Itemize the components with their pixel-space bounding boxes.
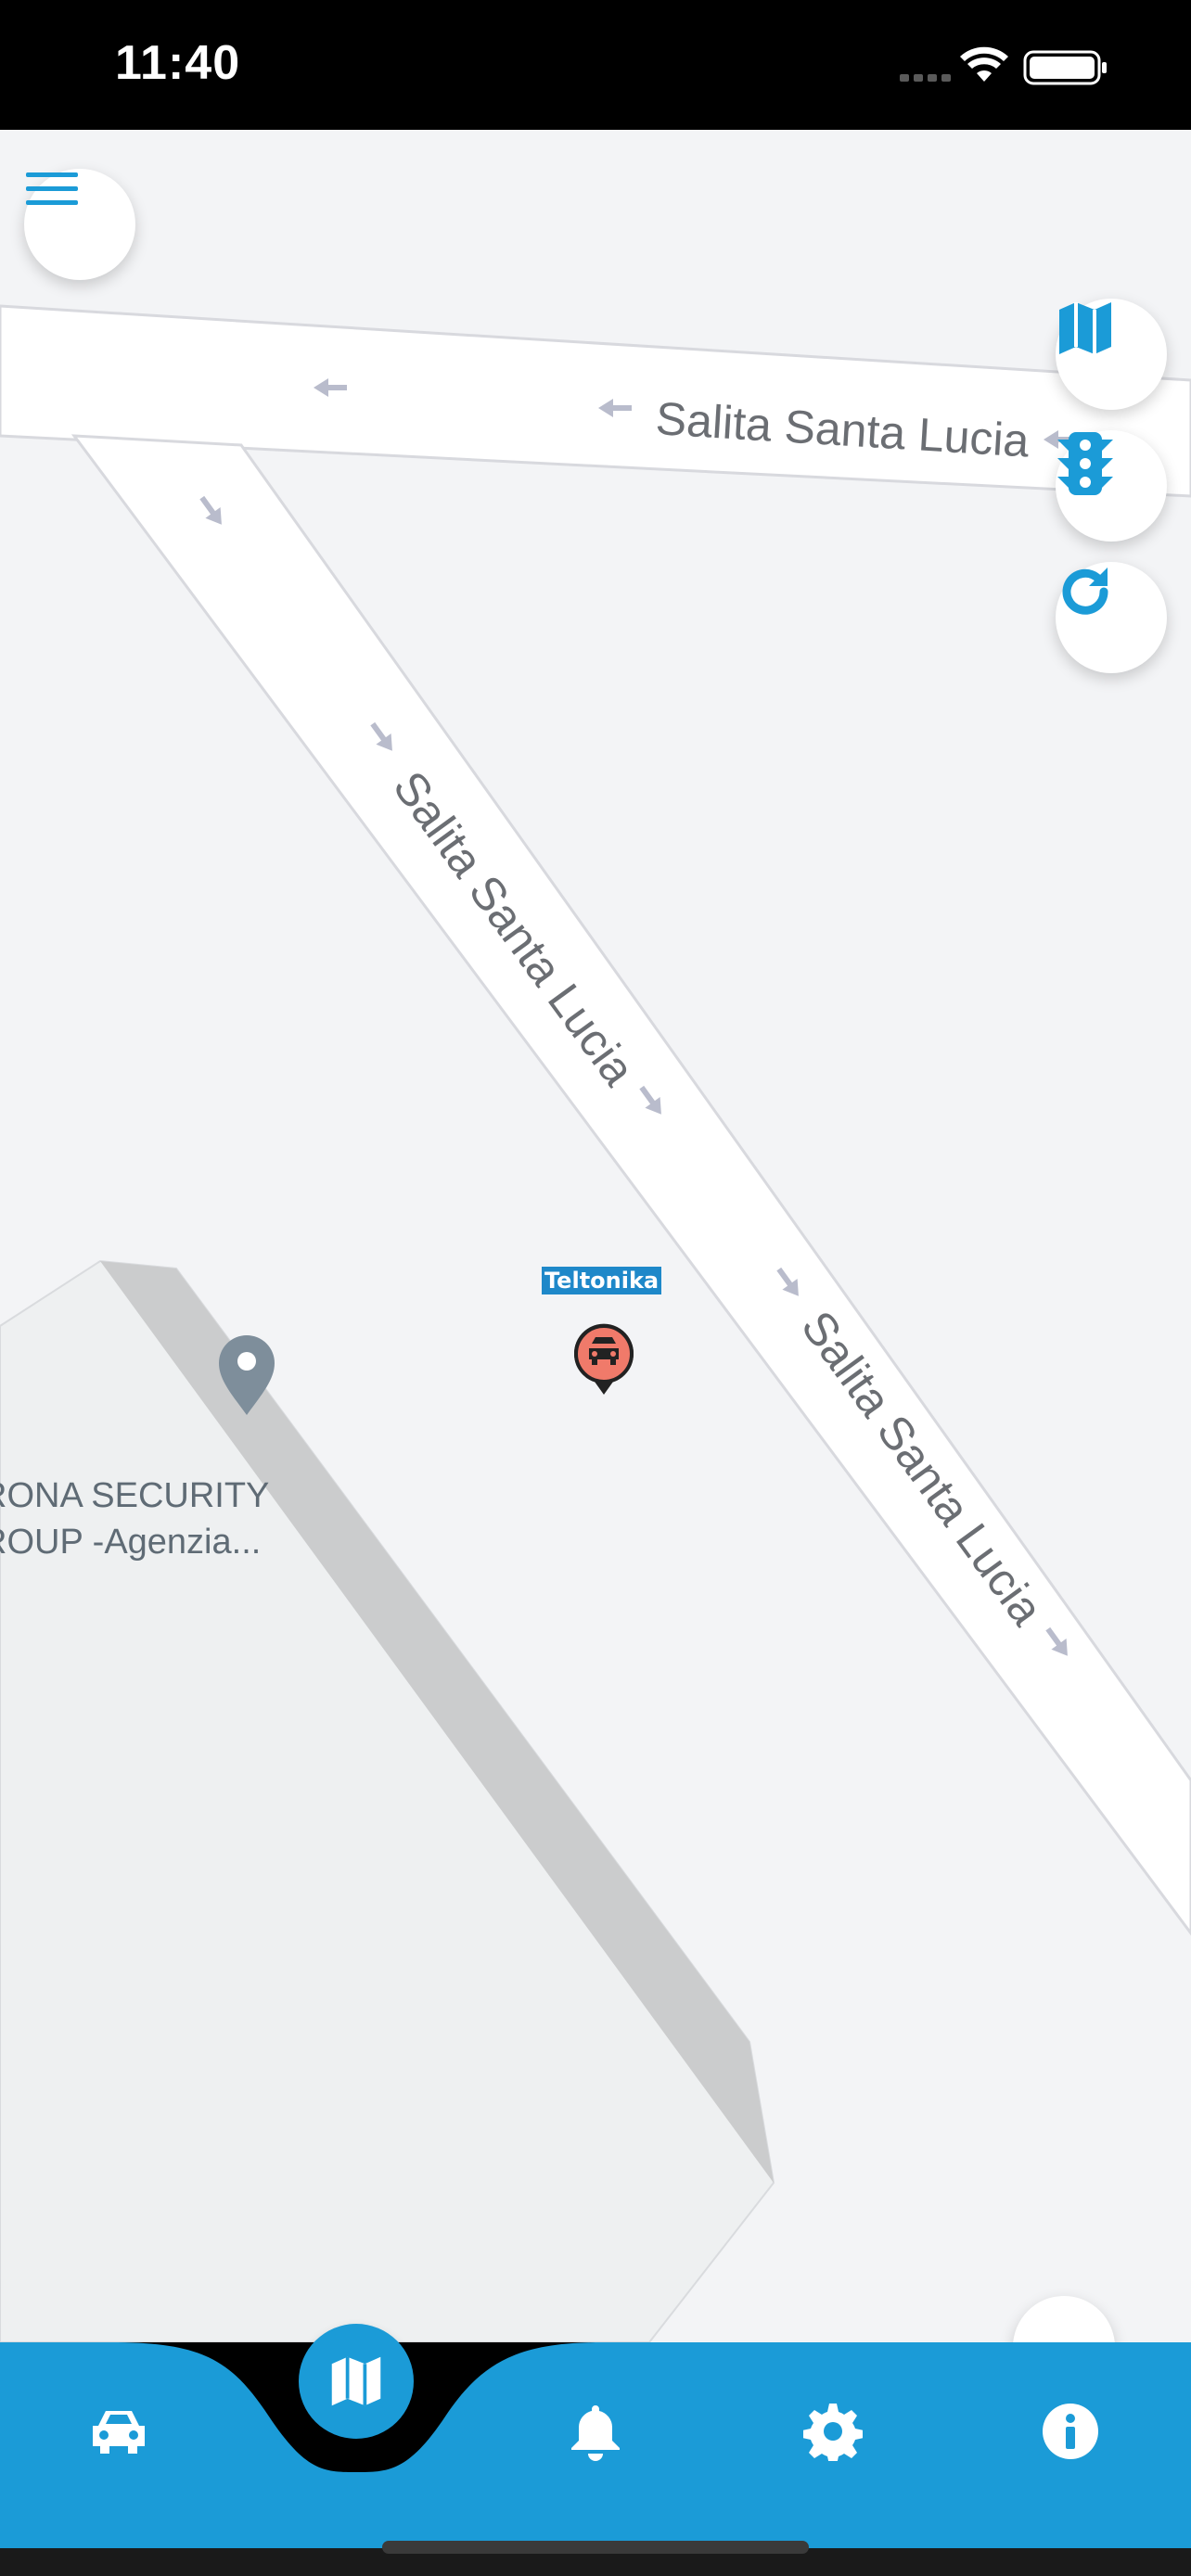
- refresh-button[interactable]: [1056, 562, 1167, 673]
- building-block: [0, 1259, 775, 2342]
- traffic-button[interactable]: [1056, 430, 1167, 542]
- road-label: Salita Santa Lucia: [791, 1302, 1053, 1635]
- refresh-icon: [1062, 567, 1108, 615]
- battery-icon: [1023, 50, 1107, 85]
- menu-icon: [26, 172, 78, 205]
- road-label: Salita Santa Lucia: [383, 762, 645, 1095]
- map-view[interactable]: Salita Santa Lucia Salita Santa Lucia Sa…: [0, 130, 1191, 2342]
- tab-info[interactable]: [1033, 2394, 1108, 2468]
- tab-vehicles[interactable]: [82, 2394, 156, 2468]
- car-marker-icon[interactable]: [568, 1319, 640, 1398]
- wifi-icon: [960, 46, 1008, 82]
- poi-label-line1: RONA SECURITY: [0, 1476, 270, 1515]
- status-time: 11:40: [115, 36, 241, 90]
- status-bar: 11:40: [0, 0, 1191, 130]
- home-indicator: [382, 2541, 809, 2554]
- car-icon: [93, 2411, 145, 2454]
- map-type-button[interactable]: [1056, 299, 1167, 410]
- tab-map[interactable]: [299, 2324, 414, 2439]
- map-icon: [331, 2356, 381, 2406]
- signal-icon: [900, 74, 951, 82]
- bell-icon: [571, 2405, 620, 2461]
- tab-notifications[interactable]: [558, 2394, 633, 2468]
- poi-label-line2: ROUP -Agenzia...: [0, 1523, 262, 1562]
- gear-icon: [803, 2404, 863, 2461]
- map-icon: [1059, 302, 1111, 354]
- info-icon: [1043, 2404, 1098, 2459]
- status-icons: [900, 46, 1113, 87]
- tab-settings[interactable]: [796, 2394, 870, 2468]
- vehicle-label[interactable]: Teltonika: [542, 1267, 662, 1294]
- tab-bar: [0, 2324, 1191, 2548]
- menu-button[interactable]: [24, 169, 135, 280]
- traffic-light-icon: [1057, 432, 1113, 495]
- poi-label[interactable]: RONA SECURITY ROUP -Agenzia...: [0, 1473, 269, 1565]
